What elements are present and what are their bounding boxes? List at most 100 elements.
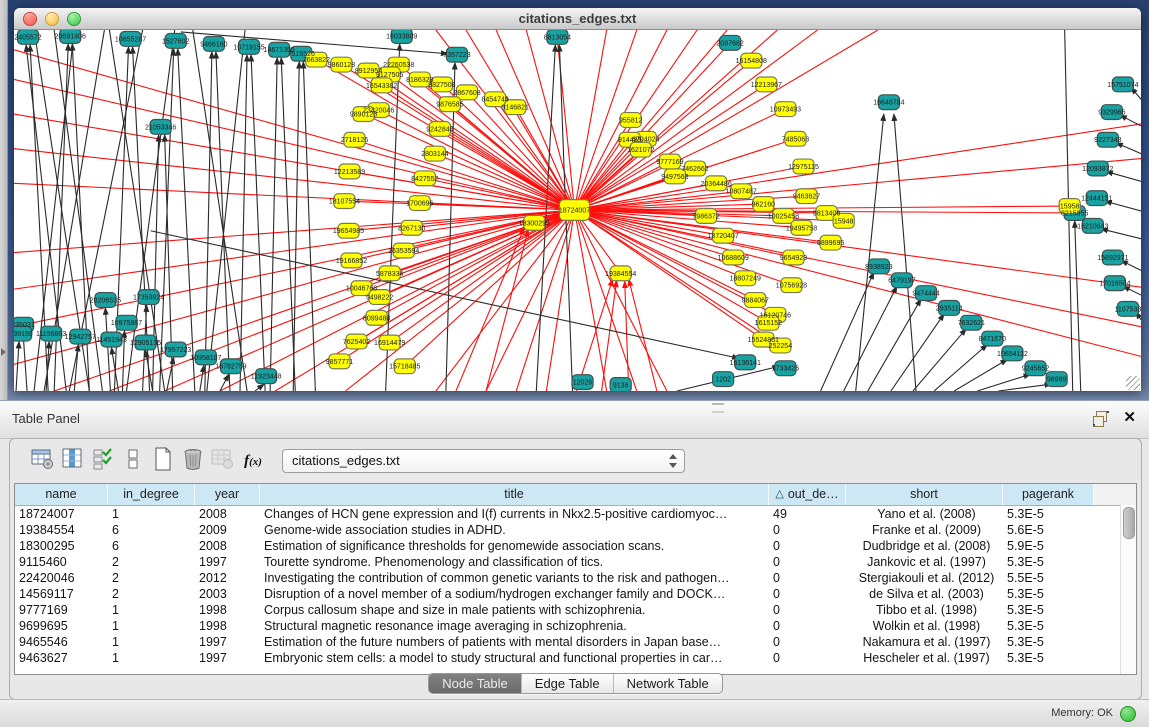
graph-edge[interactable] <box>303 62 315 391</box>
table-row[interactable]: 2242004622012Investigating the contribut… <box>15 570 1136 586</box>
column-header-short[interactable]: short <box>846 484 1003 505</box>
graph-edge[interactable] <box>216 52 230 391</box>
network-window-titlebar[interactable]: citations_edges.txt <box>14 8 1141 30</box>
new-file-button[interactable] <box>148 447 178 475</box>
cell-short: de Silva et al. (2003) <box>846 586 1003 602</box>
tab-node-table[interactable]: Node Table <box>429 674 521 693</box>
graph-edge[interactable] <box>105 308 110 391</box>
cell-name: 9115460 <box>15 554 108 570</box>
column-header-name[interactable]: name <box>15 484 108 505</box>
graph-edge[interactable] <box>16 342 19 391</box>
graph-edge[interactable] <box>390 75 575 210</box>
column-header-out-de-[interactable]: △out_de… <box>769 484 846 505</box>
graph-node-label: 11451943 <box>96 337 127 344</box>
graph-edge[interactable] <box>270 58 277 391</box>
graph-edge[interactable] <box>251 55 265 391</box>
network-window[interactable]: citations_edges.txt 24055722069140610655… <box>14 8 1141 391</box>
graph-edge[interactable] <box>200 365 204 391</box>
graph-edge[interactable] <box>14 210 574 253</box>
network-graph[interactable]: 2405572206914061065528715276029466160107… <box>14 30 1141 391</box>
graph-edge[interactable] <box>844 286 897 391</box>
graph-edge[interactable] <box>466 30 574 210</box>
table-row[interactable]: 1938455462009Genome-wide association stu… <box>15 522 1136 538</box>
graph-edge[interactable] <box>574 210 1141 287</box>
float-window-icon[interactable] <box>1093 411 1109 426</box>
graph-edge[interactable] <box>998 384 1051 391</box>
splitter-grip[interactable] <box>712 403 724 413</box>
memory-status-icon[interactable] <box>1120 706 1136 722</box>
graph-edge[interactable] <box>574 210 606 391</box>
cell-in-degree: 2 <box>108 586 195 602</box>
window-resize-grip[interactable] <box>1126 376 1140 390</box>
graph-node-label: 9127505 <box>376 72 403 79</box>
table-row[interactable]: 977716911998Corpus callosum shape and si… <box>15 602 1136 618</box>
graph-node-label: 12975115 <box>788 164 819 171</box>
graph-edge[interactable] <box>281 58 295 391</box>
graph-edge[interactable] <box>574 30 817 210</box>
graph-node-label: 8099488 <box>363 315 390 322</box>
graph-edge[interactable] <box>450 104 575 210</box>
cell-name: 9465546 <box>15 634 108 650</box>
graph-node-label: 9463627 <box>793 194 820 201</box>
column-select-button[interactable] <box>58 447 88 475</box>
column-header-pagerank[interactable]: pagerank <box>1003 484 1094 505</box>
cell-year: 1998 <box>195 602 260 618</box>
graph-node-label: 9860128 <box>328 62 355 69</box>
column-header-title[interactable]: title <box>260 484 769 505</box>
table-gear-button[interactable] <box>28 447 58 475</box>
graph-edge[interactable] <box>574 210 1141 356</box>
trash-button[interactable] <box>178 447 208 475</box>
graph-edge[interactable] <box>891 314 944 391</box>
graph-edge[interactable] <box>856 114 884 391</box>
table-row[interactable]: 969969511998Structural magnetic resonanc… <box>15 618 1136 634</box>
table-row[interactable]: 1456911722003Disruption of a novel membe… <box>15 586 1136 602</box>
panel-expand-arrow-icon[interactable] <box>1 348 6 356</box>
cell-out-de-: 0 <box>769 618 846 634</box>
zoom-button[interactable] <box>67 12 81 26</box>
close-panel-icon[interactable]: ✕ <box>1123 409 1136 427</box>
table-disabled-icon <box>211 448 235 475</box>
graph-edge[interactable] <box>178 49 195 391</box>
scrollbar-thumb[interactable] <box>1123 507 1135 539</box>
column-header-in-degree[interactable]: in_degree <box>108 484 195 505</box>
graph-node-label: 8267130 <box>398 225 425 232</box>
graph-edge[interactable] <box>625 281 629 391</box>
graph-edge[interactable] <box>240 55 247 391</box>
table-row[interactable]: 911546021997Tourette syndrome. Phenomeno… <box>15 554 1136 570</box>
graph-edge[interactable] <box>977 374 1030 391</box>
table-disabled-button[interactable] <box>208 447 238 475</box>
graph-edge[interactable] <box>355 140 575 210</box>
collapsed-side-panel[interactable] <box>0 0 8 400</box>
tab-network-table[interactable]: Network Table <box>613 674 722 693</box>
graph-edge[interactable] <box>934 345 987 391</box>
graph-edge[interactable] <box>1116 143 1141 154</box>
function-button[interactable]: f(x) <box>238 447 268 475</box>
vertical-scrollbar[interactable] <box>1120 505 1136 674</box>
minimize-button[interactable] <box>45 12 59 26</box>
table-row[interactable]: 946362711997Embryonic stem cells: a mode… <box>15 650 1136 666</box>
graph-edge[interactable] <box>205 52 212 391</box>
cell-out-de-: 0 <box>769 634 846 650</box>
table-row[interactable]: 1830029562008Estimation of significance … <box>15 538 1136 554</box>
row-check-button[interactable] <box>88 447 118 475</box>
graph-edge[interactable] <box>868 299 921 391</box>
graph-node-label: 16648784 <box>873 100 904 107</box>
table-row[interactable]: 946554611997Estimation of the future num… <box>15 634 1136 650</box>
graph-edge[interactable] <box>546 210 574 391</box>
table-row[interactable]: 1872400712008Changes of HCN gene express… <box>15 506 1136 522</box>
graph-node-label: 9466160 <box>200 41 227 48</box>
network-canvas[interactable]: 2405572206914061065528715276029466160107… <box>14 30 1141 391</box>
graph-edge[interactable] <box>255 384 264 391</box>
graph-edge[interactable] <box>293 62 299 391</box>
graph-edge[interactable] <box>894 114 916 391</box>
graph-edge[interactable] <box>1075 221 1081 391</box>
close-button[interactable] <box>23 12 37 26</box>
rows-button[interactable] <box>118 447 148 475</box>
graph-edge[interactable] <box>954 359 1007 391</box>
graph-edge[interactable] <box>913 329 966 391</box>
column-header-year[interactable]: year <box>195 484 260 505</box>
graph-edge[interactable] <box>1120 115 1141 126</box>
tab-edge-table[interactable]: Edge Table <box>521 674 613 693</box>
table-selector-dropdown[interactable]: citations_edges.txt <box>282 449 685 473</box>
graph-node-label: 955812 <box>619 118 643 125</box>
